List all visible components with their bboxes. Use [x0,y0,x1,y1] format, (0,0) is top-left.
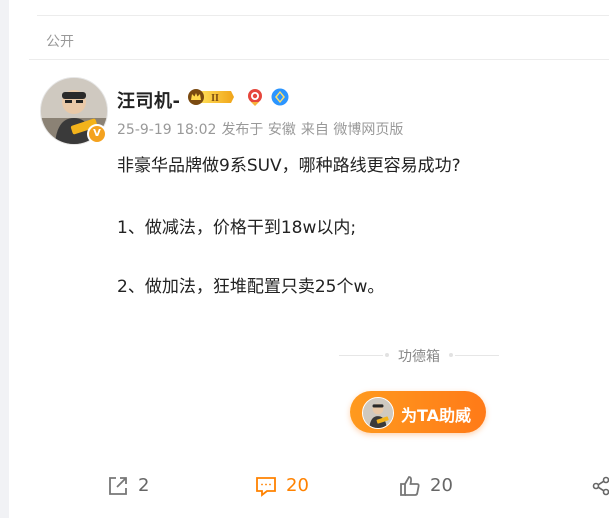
divider [37,15,609,16]
boost-button[interactable]: 为TA助威 [350,391,486,433]
share-count: 2 [138,475,150,496]
divider [29,59,609,60]
author-name[interactable]: 汪司机- [117,87,180,113]
like-count: 20 [430,475,453,496]
share-icon [109,477,127,495]
medal-icon[interactable] [245,87,265,107]
divider [455,355,499,356]
vip-crown-icon[interactable]: II [187,88,235,106]
comment-icon [256,477,276,497]
gongde-label: 功德箱 [398,349,440,365]
visibility-label: 公开 [46,34,74,50]
post-text-line: 非豪华品牌做9系SUV，哪种路线更容易成功? [117,156,461,176]
post-text-line: 1、做减法，价格干到18w以内; [117,218,357,238]
verified-badge: V [87,124,107,144]
boost-button-label: 为TA助威 [401,406,472,425]
more-share-icon[interactable] [591,476,609,496]
divider-dot [449,353,453,357]
comment-count: 20 [286,475,309,496]
boost-avatar [362,397,394,429]
post-text-line: 2、做加法，狂堆配置只卖25个w。 [117,277,385,297]
diamond-icon[interactable] [271,88,289,106]
gongde-box: 功德箱 [339,345,499,365]
like-icon [400,476,420,496]
post-location: 发布于 安徽 [221,122,296,138]
post-source: 来自 微博网页版 [300,122,404,138]
post-meta: 25-9-19 18:02 发布于 安徽 来自 微博网页版 [117,119,408,139]
vip-level: II [211,93,219,104]
post-card: 公开 V 汪司机- II 25-9-19 18:02 发布于 安徽 来自 微博网… [9,0,609,518]
post-date[interactable]: 25-9-19 18:02 [117,122,216,138]
